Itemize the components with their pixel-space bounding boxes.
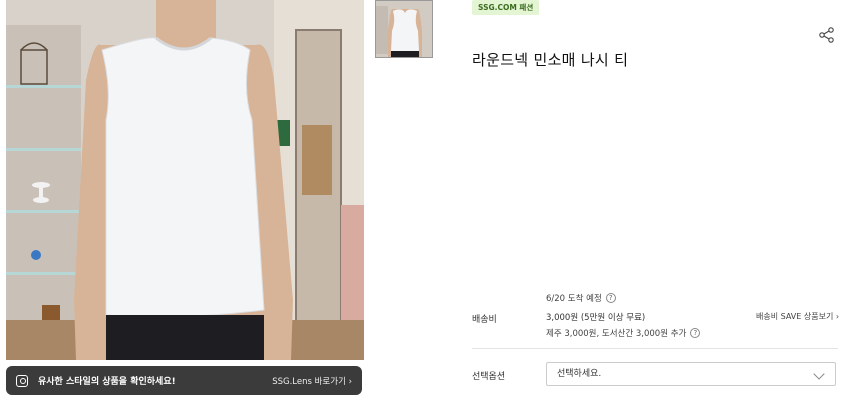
question-circle-icon[interactable]: ? xyxy=(605,293,616,303)
shipping-label: 배송비 xyxy=(472,315,497,325)
shipping-date-text: 6/20 도착 예정 xyxy=(546,294,602,304)
shipping-save-link[interactable]: 배송비 SAVE 상품보기 › xyxy=(756,311,839,322)
option-select[interactable]: 선택하세요. xyxy=(546,362,836,386)
lens-message: 유사한 스타일의 상품을 확인하세요! xyxy=(38,377,176,387)
product-main-image[interactable] xyxy=(6,0,364,360)
lens-link[interactable]: SSG.Lens 바로가기 › xyxy=(272,375,352,387)
shipping-extra: 제주 3,000원, 도서산간 3,000원 추가 ? xyxy=(546,327,701,339)
shipping-extra-text: 제주 3,000원, 도서산간 3,000원 추가 xyxy=(546,329,687,339)
brand-badge[interactable]: SSG.COM 패션 xyxy=(472,0,540,15)
question-circle-icon[interactable]: ? xyxy=(690,328,701,338)
option-select-value: 선택하세요. xyxy=(557,369,602,379)
chevron-down-icon xyxy=(813,368,825,380)
shipping-fee: 3,000원 (5만원 이상 무료) xyxy=(546,313,646,323)
share-icon[interactable] xyxy=(818,26,836,44)
divider xyxy=(472,348,838,349)
option-label: 선택옵션 xyxy=(472,372,506,382)
product-thumbnail[interactable] xyxy=(375,0,433,58)
camera-lens-icon xyxy=(16,374,28,387)
product-title: 라운드넥 민소매 나시 티 xyxy=(472,51,629,69)
ssg-lens-bar[interactable]: 유사한 스타일의 상품을 확인하세요! SSG.Lens 바로가기 › xyxy=(6,366,362,395)
shipping-date: 6/20 도착 예정 ? xyxy=(546,292,616,304)
